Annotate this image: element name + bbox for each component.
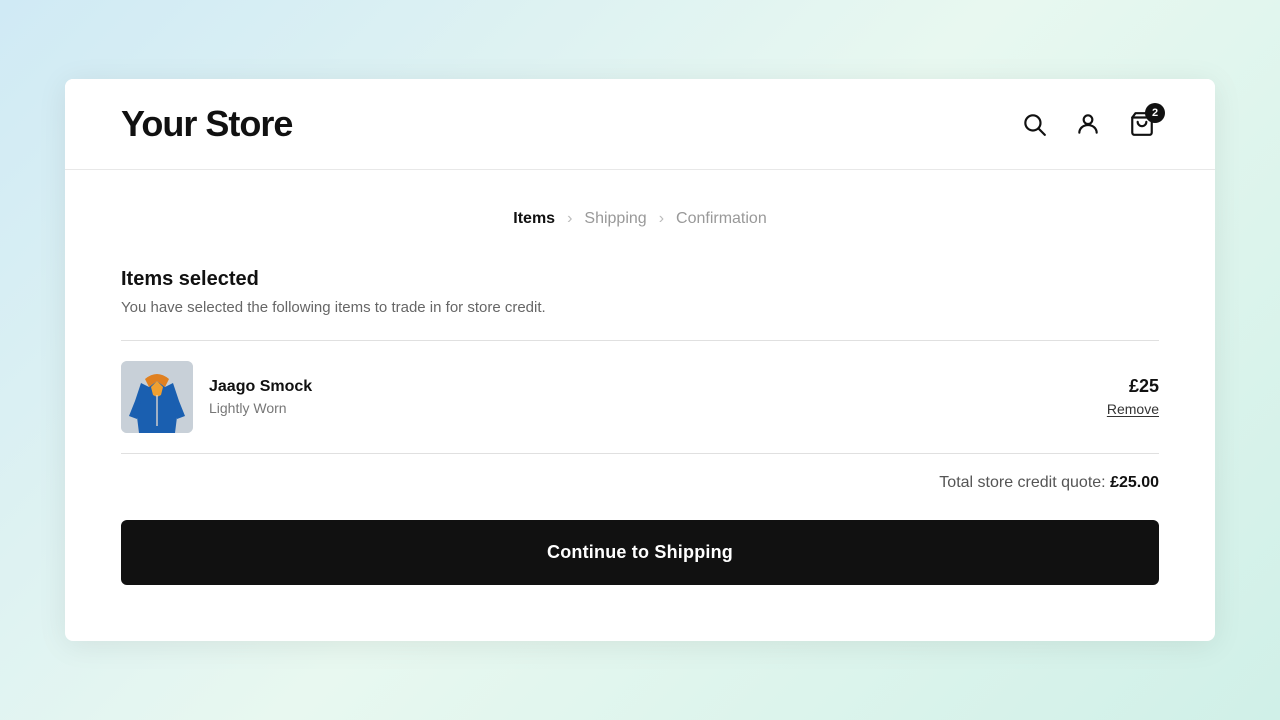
item-name: Jaago Smock [209, 378, 312, 396]
section-title: Items selected [121, 268, 1159, 291]
search-button[interactable] [1017, 107, 1051, 141]
cart-badge: 2 [1145, 103, 1165, 123]
item-price: £25 [1107, 376, 1159, 397]
item-image [121, 361, 193, 433]
total-label: Total store credit quote: [939, 474, 1105, 492]
chevron-icon-2: › [659, 210, 664, 228]
remove-button[interactable]: Remove [1107, 401, 1159, 417]
total-value: £25.00 [1110, 474, 1159, 492]
step-items: Items [513, 210, 555, 228]
step-shipping: Shipping [584, 210, 646, 228]
section-subtitle: You have selected the following items to… [121, 299, 1159, 316]
continue-to-shipping-button[interactable]: Continue to Shipping [121, 520, 1159, 585]
item-thumbnail [121, 361, 193, 433]
chevron-icon-1: › [567, 210, 572, 228]
account-button[interactable] [1071, 107, 1105, 141]
site-header: Your Store [65, 79, 1215, 170]
item-row: Jaago Smock Lightly Worn £25 Remove [121, 341, 1159, 453]
header-icons: 2 [1017, 107, 1159, 141]
item-left: Jaago Smock Lightly Worn [121, 361, 312, 433]
cart-button[interactable]: 2 [1125, 107, 1159, 141]
item-details: Jaago Smock Lightly Worn [209, 378, 312, 416]
step-confirmation: Confirmation [676, 210, 767, 228]
item-condition: Lightly Worn [209, 400, 312, 416]
item-right: £25 Remove [1107, 376, 1159, 419]
checkout-steps: Items › Shipping › Confirmation [121, 210, 1159, 228]
account-icon [1075, 111, 1101, 137]
total-row: Total store credit quote: £25.00 [121, 454, 1159, 520]
search-icon [1021, 111, 1047, 137]
store-title: Your Store [121, 103, 292, 145]
main-content: Items › Shipping › Confirmation Items se… [65, 170, 1215, 641]
